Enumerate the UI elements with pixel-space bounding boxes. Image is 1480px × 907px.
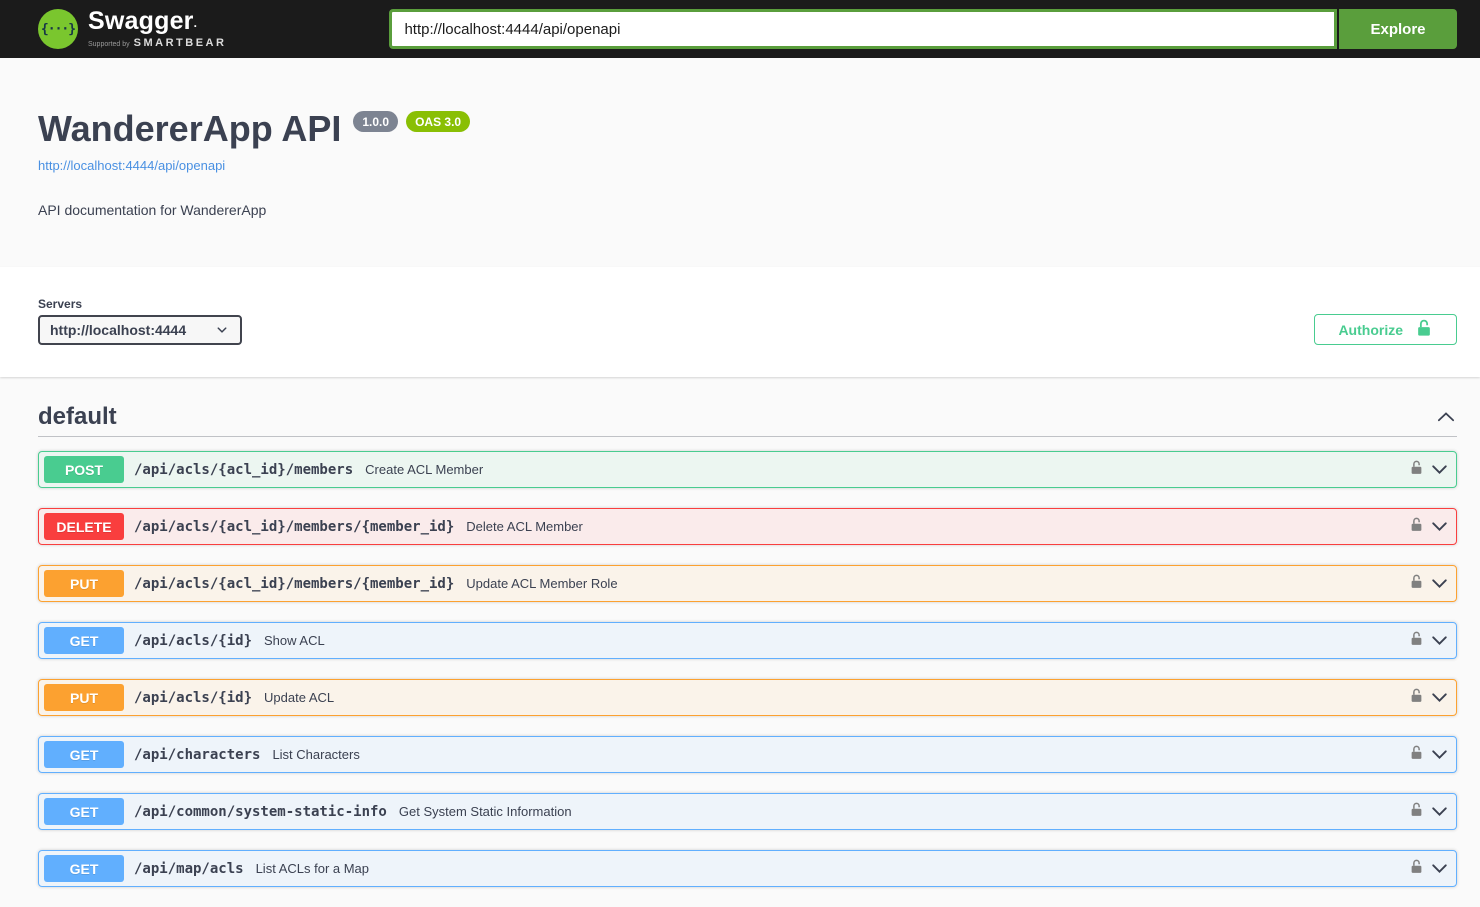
operation-summary: List Characters [272, 747, 360, 763]
chevron-down-icon[interactable] [1429, 744, 1450, 765]
chevron-down-icon[interactable] [1429, 630, 1450, 651]
method-badge: GET [44, 627, 124, 655]
chevron-down-icon[interactable] [1429, 801, 1450, 822]
tag-section-title: default [38, 403, 117, 431]
method-badge: GET [44, 798, 124, 826]
operation-row[interactable]: PUT /api/acls/{id} Update ACL [38, 679, 1457, 717]
operations-section: default POST /api/acls/{acl_id}/members … [0, 403, 1480, 907]
operation-summary: Update ACL [264, 690, 335, 706]
operation-row-controls [1409, 573, 1450, 594]
servers-select-wrap: http://localhost:4444 [38, 315, 242, 346]
operation-row[interactable]: GET /api/map/acls List ACLs for a Map [38, 850, 1457, 888]
unlocked-padlock-icon[interactable] [1409, 688, 1424, 708]
operation-row[interactable]: GET /api/common/system-static-info Get S… [38, 793, 1457, 831]
operation-summary: Update ACL Member Role [466, 576, 618, 592]
operation-summary: Show ACL [264, 633, 325, 649]
servers-label: Servers [38, 297, 83, 312]
swagger-braces-icon: {···} [38, 9, 78, 49]
operation-row[interactable]: POST /api/acls/{acl_id}/members Create A… [38, 451, 1457, 489]
chevron-up-icon[interactable] [1435, 406, 1457, 428]
operation-row-controls [1409, 630, 1450, 651]
operation-path: /api/characters [134, 746, 261, 763]
swagger-logo[interactable]: {···} Swagger. Supported by SMARTBEAR [38, 9, 226, 49]
operation-row[interactable]: PUT /api/acls/{acl_id}/members/{member_i… [38, 565, 1457, 603]
operation-path: /api/acls/{id} [134, 632, 253, 649]
spec-link[interactable]: http://localhost:4444/api/openapi [38, 158, 225, 173]
operation-row-controls [1409, 858, 1450, 879]
title-row: WandererApp API 1.0.0 OAS 3.0 [38, 108, 1442, 149]
unlocked-padlock-icon[interactable] [1409, 745, 1424, 765]
operation-row-controls [1409, 687, 1450, 708]
logo-trademark-dot: . [193, 16, 198, 30]
operation-row-controls [1409, 801, 1450, 822]
servers-select[interactable]: http://localhost:4444 [38, 315, 242, 346]
method-badge: POST [44, 456, 124, 484]
operation-path: /api/acls/{acl_id}/members/{member_id} [134, 518, 455, 535]
method-badge: PUT [44, 570, 124, 598]
operation-summary: Get System Static Information [398, 804, 572, 820]
spec-url-input[interactable] [389, 9, 1337, 49]
method-badge: GET [44, 741, 124, 769]
unlocked-padlock-icon[interactable] [1409, 631, 1424, 651]
method-badge: DELETE [44, 513, 124, 541]
logo-text: Swagger. Supported by SMARTBEAR [88, 7, 226, 50]
logo-subtitle-prefix: Supported by [88, 41, 130, 48]
operation-row[interactable]: GET /api/characters List Characters [38, 736, 1457, 774]
tag-section-header-default[interactable]: default [38, 403, 1457, 438]
api-description: API documentation for WandererApp [38, 202, 267, 219]
version-badge: 1.0.0 [353, 111, 399, 132]
operations-list: POST /api/acls/{acl_id}/members Create A… [38, 451, 1457, 888]
operation-row[interactable]: DELETE /api/acls/{acl_id}/members/{membe… [38, 508, 1457, 546]
operation-path: /api/acls/{acl_id}/members/{member_id} [134, 575, 455, 592]
authorize-button[interactable]: Authorize [1314, 314, 1457, 346]
explore-button[interactable]: Explore [1339, 9, 1457, 49]
unlocked-padlock-icon [1415, 319, 1433, 340]
operation-row-controls [1409, 516, 1450, 537]
method-badge: PUT [44, 684, 124, 712]
logo-subtitle: Supported by SMARTBEAR [88, 37, 226, 49]
operation-path: /api/common/system-static-info [134, 803, 387, 820]
operation-row[interactable]: GET /api/acls/{id} Show ACL [38, 622, 1457, 660]
chevron-down-icon[interactable] [1429, 516, 1450, 537]
scheme-container: Servers http://localhost:4444 Authorize [0, 267, 1480, 378]
chevron-down-icon[interactable] [1429, 573, 1450, 594]
unlocked-padlock-icon[interactable] [1409, 517, 1424, 537]
chevron-down-icon[interactable] [1429, 858, 1450, 879]
logo-title: Swagger. [88, 7, 198, 35]
operation-row-controls [1409, 459, 1450, 480]
badges: 1.0.0 OAS 3.0 [353, 111, 471, 132]
page-title: WandererApp API [38, 108, 342, 149]
logo-glyph: {···} [40, 21, 76, 37]
chevron-down-icon[interactable] [1429, 459, 1450, 480]
unlocked-padlock-icon[interactable] [1409, 802, 1424, 822]
operation-summary: List ACLs for a Map [255, 861, 370, 877]
method-badge: GET [44, 855, 124, 883]
operation-row-controls [1409, 744, 1450, 765]
topbar: {···} Swagger. Supported by SMARTBEAR Ex… [0, 0, 1480, 58]
operation-path: /api/map/acls [134, 860, 244, 877]
servers-block: Servers http://localhost:4444 [38, 297, 242, 346]
unlocked-padlock-icon[interactable] [1409, 460, 1424, 480]
operation-path: /api/acls/{acl_id}/members [134, 461, 354, 478]
oas-badge: OAS 3.0 [406, 111, 471, 132]
logo-subtitle-brand: SMARTBEAR [133, 37, 227, 49]
unlocked-padlock-icon[interactable] [1409, 574, 1424, 594]
operation-summary: Create ACL Member [365, 462, 484, 478]
operation-path: /api/acls/{id} [134, 689, 253, 706]
info-section: WandererApp API 1.0.0 OAS 3.0 http://loc… [0, 58, 1480, 219]
operation-summary: Delete ACL Member [466, 519, 583, 535]
authorize-button-label: Authorize [1338, 321, 1403, 338]
chevron-down-icon[interactable] [1429, 687, 1450, 708]
spec-url-form: Explore [389, 9, 1457, 49]
